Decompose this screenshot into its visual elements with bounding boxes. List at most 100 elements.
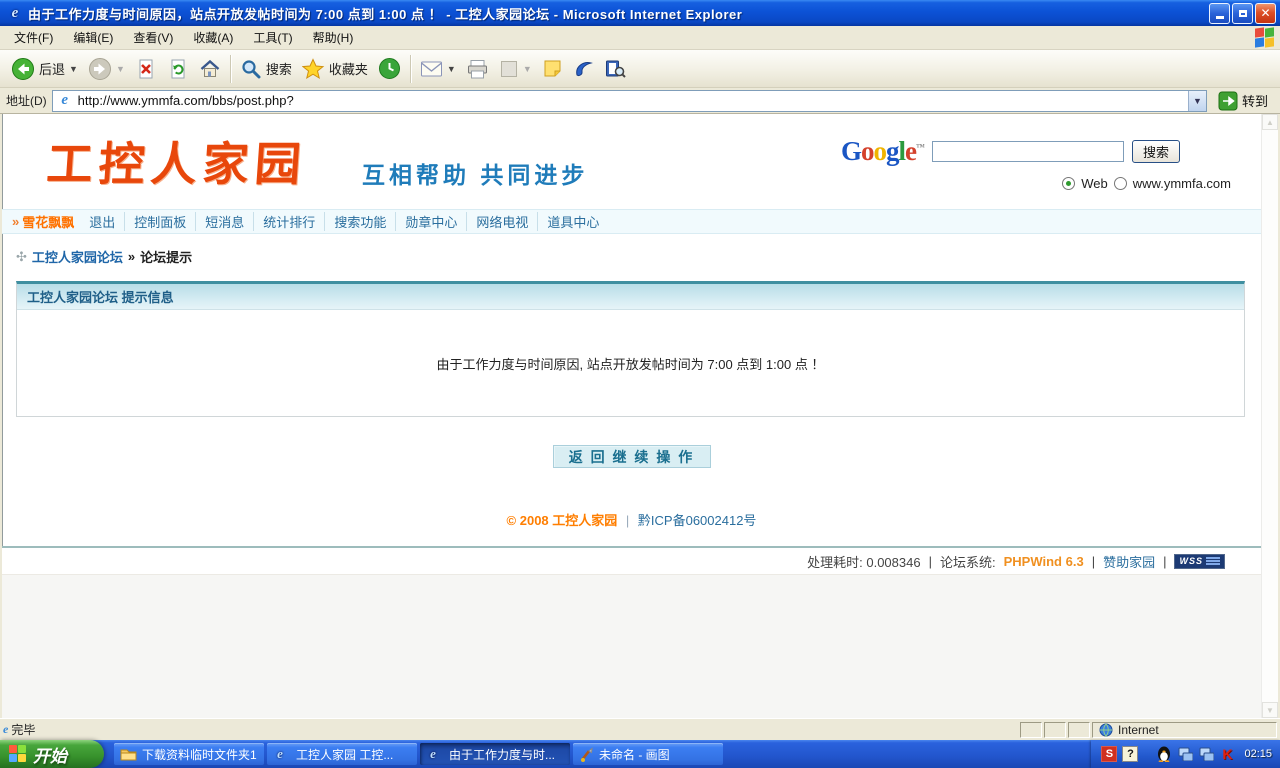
mail-button[interactable]: ▼	[415, 56, 461, 82]
nav-control-panel[interactable]: 控制面板	[125, 212, 196, 231]
notice-box: 工控人家园论坛 提示信息 由于工作力度与时间原因, 站点开放发帖时间为 7:00…	[16, 281, 1245, 417]
status-bar: e 完毕 Internet	[0, 718, 1280, 740]
edit-button: ▼	[494, 56, 537, 82]
google-search-input[interactable]	[932, 141, 1124, 162]
favorites-label: 收藏夹	[329, 59, 368, 78]
page-scrollbar[interactable]: ▲ ▼	[1261, 114, 1278, 718]
restore-button[interactable]	[1232, 3, 1253, 24]
ie-logo-icon: e	[6, 4, 24, 22]
forum-page: 工控人家园 互相帮助 共同进步 Google™ 搜索 Web www.ymmfa…	[2, 114, 1261, 718]
qq-tray-icon[interactable]	[1156, 746, 1172, 762]
radio-site-icon[interactable]	[1114, 177, 1127, 190]
sponsor-link[interactable]: 赞助家园	[1103, 552, 1155, 571]
favorites-button[interactable]: 收藏夹	[297, 55, 373, 83]
go-label: 转到	[1242, 91, 1268, 110]
print-icon	[466, 58, 489, 80]
status-ie-icon: e	[3, 722, 8, 737]
user-nav-bar: » 雪花飘飘 退出 控制面板 短消息 统计排行 搜索功能 勋章中心 网络电视 道…	[2, 209, 1261, 234]
status-pane	[1068, 722, 1090, 738]
home-button[interactable]	[194, 55, 226, 83]
ime-tray-icon[interactable]: ?	[1122, 746, 1138, 762]
task-ie-forum[interactable]: e 工控人家园 工控...	[267, 743, 417, 765]
menu-file[interactable]: 文件(F)	[4, 26, 63, 49]
site-logo[interactable]: 工控人家园	[45, 128, 310, 194]
back-icon	[11, 57, 35, 81]
menu-view[interactable]: 查看(V)	[123, 26, 183, 49]
address-dropdown-icon[interactable]: ▼	[1188, 91, 1206, 111]
messenger-icon	[573, 58, 594, 79]
google-search-box: Google™ 搜索 Web www.ymmfa.com	[841, 128, 1231, 194]
search-button[interactable]: 搜索	[235, 55, 297, 83]
folder-icon	[120, 747, 137, 761]
radio-web-icon[interactable]	[1062, 177, 1075, 190]
username-link[interactable]: 雪花飘飘	[22, 212, 74, 231]
print-button[interactable]	[461, 55, 494, 83]
sogou-tray-icon[interactable]: S	[1101, 746, 1117, 762]
back-label: 后退	[39, 59, 65, 78]
stop-button[interactable]	[130, 55, 162, 83]
scroll-up-icon[interactable]: ▲	[1262, 114, 1278, 130]
nav-tv[interactable]: 网络电视	[467, 212, 538, 231]
site-slogan: 互相帮助 共同进步	[362, 156, 588, 194]
nav-tools[interactable]: 道具中心	[538, 212, 608, 231]
system-tray: S ? K 02:15	[1091, 740, 1280, 768]
menu-help[interactable]: 帮助(H)	[303, 26, 364, 49]
menu-favorites[interactable]: 收藏(A)	[183, 26, 243, 49]
nav-messages[interactable]: 短消息	[196, 212, 254, 231]
nav-logout[interactable]: 退出	[80, 212, 125, 231]
close-button[interactable]: ✕	[1255, 3, 1276, 24]
icp-link[interactable]: 黔ICP备06002412号	[638, 513, 757, 528]
task-folder[interactable]: 下载资料临时文件夹1	[114, 743, 264, 765]
status-pane	[1020, 722, 1042, 738]
go-arrow-icon	[1218, 91, 1238, 111]
ie-icon: e	[426, 747, 440, 761]
footer-sep: |	[929, 554, 932, 569]
taskbar-clock: 02:15	[1244, 748, 1272, 760]
history-button[interactable]	[373, 54, 406, 83]
start-label: 开始	[33, 742, 67, 767]
refresh-button[interactable]	[162, 55, 194, 83]
kingsoft-tray-icon[interactable]: K	[1219, 746, 1235, 762]
copyright: © 2008 工控人家园 | 黔ICP备06002412号	[2, 510, 1261, 529]
breadcrumb-icon: ✣	[16, 249, 27, 265]
forward-button[interactable]: ▼	[83, 54, 130, 84]
messenger-button[interactable]	[568, 55, 599, 82]
network-tray-icon[interactable]	[1198, 746, 1214, 762]
minimize-icon	[1216, 16, 1224, 19]
menu-edit[interactable]: 编辑(E)	[63, 26, 123, 49]
discuss-button[interactable]	[537, 55, 568, 82]
copyright-text[interactable]: © 2008 工控人家园	[507, 513, 618, 528]
home-icon	[199, 58, 221, 80]
radio-web-label: Web	[1081, 176, 1108, 191]
google-search-button[interactable]: 搜索	[1132, 140, 1180, 163]
phpwind-link[interactable]: PHPWind 6.3	[1004, 554, 1084, 569]
nav-search[interactable]: 搜索功能	[325, 212, 396, 231]
back-dropdown-icon[interactable]: ▼	[69, 64, 78, 74]
wss-badge[interactable]: WSS	[1174, 554, 1225, 569]
go-button[interactable]: 转到	[1212, 89, 1274, 113]
history-icon	[378, 57, 401, 80]
scroll-down-icon[interactable]: ▼	[1262, 702, 1278, 718]
mail-dropdown-icon[interactable]: ▼	[447, 64, 456, 74]
task-paint[interactable]: 未命名 - 画图	[573, 743, 723, 765]
task-ie-notice[interactable]: e 由于工作力度与时...	[420, 743, 570, 765]
start-button[interactable]: 开始	[0, 740, 104, 768]
minimize-button[interactable]	[1209, 3, 1230, 24]
breadcrumb-forum-link[interactable]: 工控人家园论坛	[32, 247, 123, 266]
page-footer: 处理耗时: 0.008346 | 论坛系统: PHPWind 6.3 | 赞助家…	[2, 548, 1261, 574]
nav-medals[interactable]: 勋章中心	[396, 212, 467, 231]
toolbar-separator	[230, 55, 231, 83]
menu-tools[interactable]: 工具(T)	[243, 26, 302, 49]
research-button[interactable]	[599, 55, 631, 82]
forward-dropdown-icon: ▼	[116, 64, 125, 74]
task-label: 工控人家园 工控...	[296, 746, 393, 763]
edit-dropdown-icon: ▼	[523, 64, 532, 74]
back-button[interactable]: 后退 ▼	[6, 54, 83, 84]
address-input[interactable]	[78, 92, 1188, 110]
network-tray-icon[interactable]	[1177, 746, 1193, 762]
return-button[interactable]: 返 回 继 续 操 作	[553, 445, 711, 468]
windows-logo-icon	[1254, 27, 1276, 49]
window-title: 由于工作力度与时间原因，站点开放发帖时间为 7:00 点到 1:00 点 ！ -…	[28, 4, 1209, 23]
nav-stats[interactable]: 统计排行	[254, 212, 325, 231]
ie-icon: e	[273, 747, 287, 761]
